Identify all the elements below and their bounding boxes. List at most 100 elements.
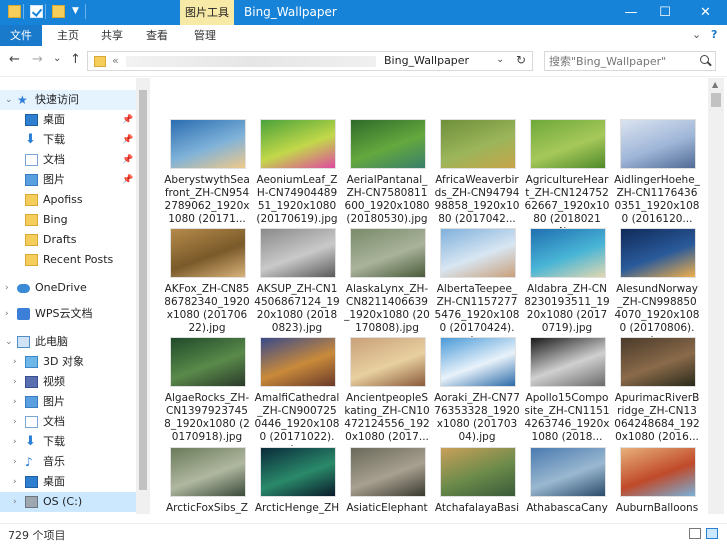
large-icons-view-icon[interactable] — [706, 528, 718, 539]
sidebar-item-pictures[interactable]: 图片 📌 — [0, 170, 136, 190]
file-item[interactable]: AKSUP_ZH-CN14506867124_1920x1080 (201808… — [254, 227, 340, 339]
image-thumbnail[interactable] — [440, 119, 516, 169]
file-item[interactable]: AfricaWeaverbirds_ZH-CN9479498858_1920x1… — [434, 118, 519, 230]
image-thumbnail[interactable] — [440, 228, 516, 278]
image-thumbnail[interactable] — [440, 447, 516, 497]
content-scrollbar[interactable]: ▲ — [708, 78, 724, 514]
sidebar-item-videos[interactable]: › 视频 — [0, 372, 136, 392]
properties-check-icon[interactable] — [30, 5, 43, 18]
file-item[interactable]: AlesundNorway_ZH-CN9988504070_1920x1080 … — [614, 227, 699, 339]
address-dropdown-icon[interactable]: ⌄ — [496, 54, 504, 65]
help-icon[interactable]: ? — [711, 28, 717, 41]
recent-locations-dropdown[interactable]: ⌄ — [53, 53, 61, 64]
collapsed-arrow-icon[interactable]: › — [13, 492, 17, 512]
collapsed-arrow-icon[interactable]: › — [13, 392, 17, 412]
sidebar-item-this-pc[interactable]: ⌄ 此电脑 — [0, 332, 136, 352]
collapsed-arrow-icon[interactable]: › — [13, 472, 17, 492]
file-item[interactable]: ArcticHenge_ZH-CN819798239 — [254, 446, 339, 514]
collapsed-arrow-icon[interactable]: › — [5, 278, 9, 298]
quick-access-toolbar-dropdown-icon[interactable]: ▼ — [72, 6, 79, 16]
file-item[interactable]: AmalfiCathedral_ZH-CN9007250446_1920x108… — [254, 336, 339, 448]
file-item[interactable]: ApurimacRiverBridge_ZH-CN13064248684_192… — [614, 336, 700, 448]
image-thumbnail[interactable] — [350, 447, 426, 497]
sidebar-item-recent-posts[interactable]: Recent Posts — [0, 250, 136, 270]
file-item[interactable]: AlgaeRocks_ZH-CN13979237458_1920x1080 (2… — [164, 336, 250, 448]
minimize-button[interactable]: — — [614, 0, 648, 25]
maximize-button[interactable]: ☐ — [648, 0, 682, 25]
image-thumbnail[interactable] — [350, 228, 426, 278]
file-item[interactable]: AuburnBalloons_ZH-CN864912 — [614, 446, 698, 514]
sidebar-item-desktop[interactable]: 桌面 📌 — [0, 110, 136, 130]
tab-share[interactable]: 共享 — [92, 25, 132, 46]
image-thumbnail[interactable] — [260, 447, 336, 497]
image-thumbnail[interactable] — [260, 119, 336, 169]
file-item[interactable]: Aoraki_ZH-CN7776353328_1920x1080 (201703… — [434, 336, 520, 448]
collapsed-arrow-icon[interactable]: › — [13, 372, 17, 392]
image-thumbnail[interactable] — [620, 447, 696, 497]
details-view-icon[interactable] — [689, 528, 701, 539]
collapsed-arrow-icon[interactable]: › — [13, 352, 17, 372]
sidebar-item-documents[interactable]: 文档 📌 — [0, 150, 136, 170]
tab-manage[interactable]: 管理 — [184, 25, 226, 46]
file-item[interactable]: AthabascaCanyon_ZH-CN1103 — [524, 446, 608, 514]
expanded-arrow-icon[interactable]: ⌄ — [5, 90, 13, 110]
sidebar-item-wps-cloud[interactable]: › WPS云文档 — [0, 304, 136, 324]
collapsed-arrow-icon[interactable]: › — [5, 304, 9, 324]
sidebar-item-apofiss[interactable]: Apofiss — [0, 190, 136, 210]
forward-button[interactable]: → — [32, 52, 43, 67]
image-thumbnail[interactable] — [170, 119, 246, 169]
file-item[interactable]: AKFox_ZH-CN8586782340_1920x1080 (2017062… — [164, 227, 250, 339]
sidebar-item-downloads-pc[interactable]: › ⬇ 下载 — [0, 432, 136, 452]
new-folder-icon[interactable] — [52, 5, 65, 18]
image-thumbnail[interactable] — [260, 228, 336, 278]
address-overflow-chevron[interactable]: « — [112, 54, 119, 67]
image-thumbnail[interactable] — [530, 447, 606, 497]
image-thumbnail[interactable] — [350, 119, 426, 169]
image-thumbnail[interactable] — [530, 228, 606, 278]
file-item[interactable]: Apollo15Composite_ZH-CN11514263746_1920x… — [524, 336, 610, 448]
up-button[interactable]: ↑ — [70, 52, 81, 67]
image-thumbnail[interactable] — [350, 337, 426, 387]
image-thumbnail[interactable] — [530, 337, 606, 387]
image-thumbnail[interactable] — [170, 447, 246, 497]
sidebar-item-bing[interactable]: Bing — [0, 210, 136, 230]
file-item[interactable]: ArcticFoxSibs_ZH-CN74174519 — [164, 446, 248, 514]
search-icon[interactable] — [700, 55, 709, 64]
sidebar-item-3d-objects[interactable]: › 3D 对象 — [0, 352, 136, 372]
tab-file[interactable]: 文件 — [0, 25, 42, 46]
file-item[interactable]: AerialPantanal_ZH-CN7580811600_1920x1080… — [344, 118, 429, 230]
expanded-arrow-icon[interactable]: ⌄ — [5, 332, 13, 352]
sidebar-item-documents-pc[interactable]: › 文档 — [0, 412, 136, 432]
file-item[interactable]: AberystwythSeafront_ZH-CN9542789062_1920… — [164, 118, 250, 230]
sidebar-item-pictures-pc[interactable]: › 图片 — [0, 392, 136, 412]
sidebar-item-onedrive[interactable]: › OneDrive — [0, 278, 136, 298]
image-thumbnail[interactable] — [620, 337, 696, 387]
collapsed-arrow-icon[interactable]: › — [13, 452, 17, 472]
image-thumbnail[interactable] — [620, 228, 696, 278]
file-item[interactable]: AeoniumLeaf_ZH-CN7490448951_1920x1080 (2… — [254, 118, 338, 230]
file-item[interactable]: AsiaticElephant_ZH-CN1223208 — [344, 446, 428, 514]
file-item[interactable]: AlaskaLynx_ZH-CN8211406639_1920x1080 (20… — [344, 227, 430, 339]
file-item[interactable]: Aldabra_ZH-CN8230193511_1920x1080 (20170… — [524, 227, 610, 339]
sidebar-item-desktop-pc[interactable]: › 桌面 — [0, 472, 136, 492]
sidebar-scrollbar[interactable] — [136, 78, 150, 514]
sidebar-item-downloads[interactable]: ⬇ 下载 📌 — [0, 130, 136, 150]
tab-home[interactable]: 主页 — [50, 25, 86, 46]
file-item[interactable]: AtchafalayaBasin_ZH-CN11978 — [434, 446, 519, 514]
image-thumbnail[interactable] — [620, 119, 696, 169]
search-box[interactable] — [544, 51, 716, 71]
sidebar-item-drafts[interactable]: Drafts — [0, 230, 136, 250]
file-item[interactable]: AlbertaTeepee_ZH-CN11572775476_1920x1080… — [434, 227, 519, 339]
image-thumbnail[interactable] — [530, 119, 606, 169]
search-input[interactable] — [549, 54, 689, 68]
content-scrollbar-thumb[interactable] — [711, 93, 721, 107]
file-item[interactable]: AncientpeopleSkating_ZH-CN10472124556_19… — [344, 336, 430, 448]
refresh-button[interactable]: ↻ — [516, 53, 526, 67]
sidebar-scrollbar-thumb[interactable] — [139, 90, 147, 490]
address-current-folder[interactable]: Bing_Wallpaper — [384, 54, 469, 67]
image-thumbnail[interactable] — [440, 337, 516, 387]
image-thumbnail[interactable] — [260, 337, 336, 387]
file-item[interactable]: AidlingerHoehe_ZH-CN11764360351_1920x108… — [614, 118, 700, 230]
sidebar-item-os-c[interactable]: › OS (C:) — [0, 492, 136, 512]
back-button[interactable]: ← — [9, 52, 20, 67]
